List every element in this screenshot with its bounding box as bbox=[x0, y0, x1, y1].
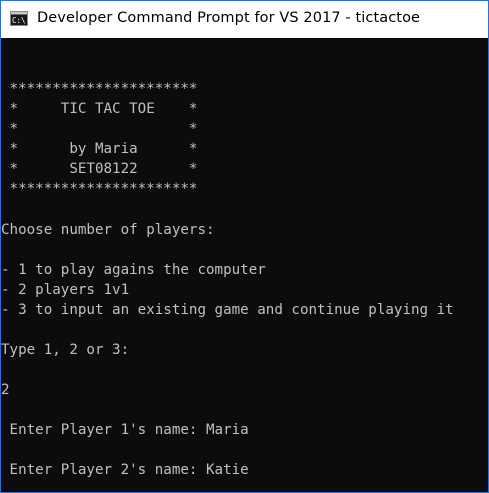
banner-line: * by Maria * bbox=[1, 141, 198, 157]
player2-name-prompt: Enter Player 2's name: Katie bbox=[1, 462, 249, 478]
choose-players-prompt: Choose number of players: bbox=[1, 222, 215, 238]
window-title: Developer Command Prompt for VS 2017 - t… bbox=[37, 10, 421, 26]
svg-text:C:\: C:\ bbox=[12, 16, 26, 25]
console-output[interactable]: ********************** * TIC TAC TOE * *… bbox=[1, 38, 488, 492]
banner-line: * TIC TAC TOE * bbox=[1, 101, 198, 117]
option-line: - 3 to input an existing game and contin… bbox=[1, 302, 454, 318]
banner-line: ********************** bbox=[1, 181, 198, 197]
command-prompt-icon: C:\ bbox=[10, 11, 28, 26]
console-window: C:\ Developer Command Prompt for VS 2017… bbox=[0, 0, 489, 493]
title-bar[interactable]: C:\ Developer Command Prompt for VS 2017… bbox=[1, 1, 488, 38]
player1-name-prompt: Enter Player 1's name: Maria bbox=[1, 422, 249, 438]
option-line: - 1 to play agains the computer bbox=[1, 262, 266, 278]
banner-line: ********************** bbox=[1, 81, 198, 97]
type-choice-prompt: Type 1, 2 or 3: bbox=[1, 342, 130, 358]
choice-input-echo: 2 bbox=[1, 382, 10, 398]
banner-line: * * bbox=[1, 121, 198, 137]
banner-line: * SET08122 * bbox=[1, 161, 198, 177]
option-line: - 2 players 1v1 bbox=[1, 282, 130, 298]
